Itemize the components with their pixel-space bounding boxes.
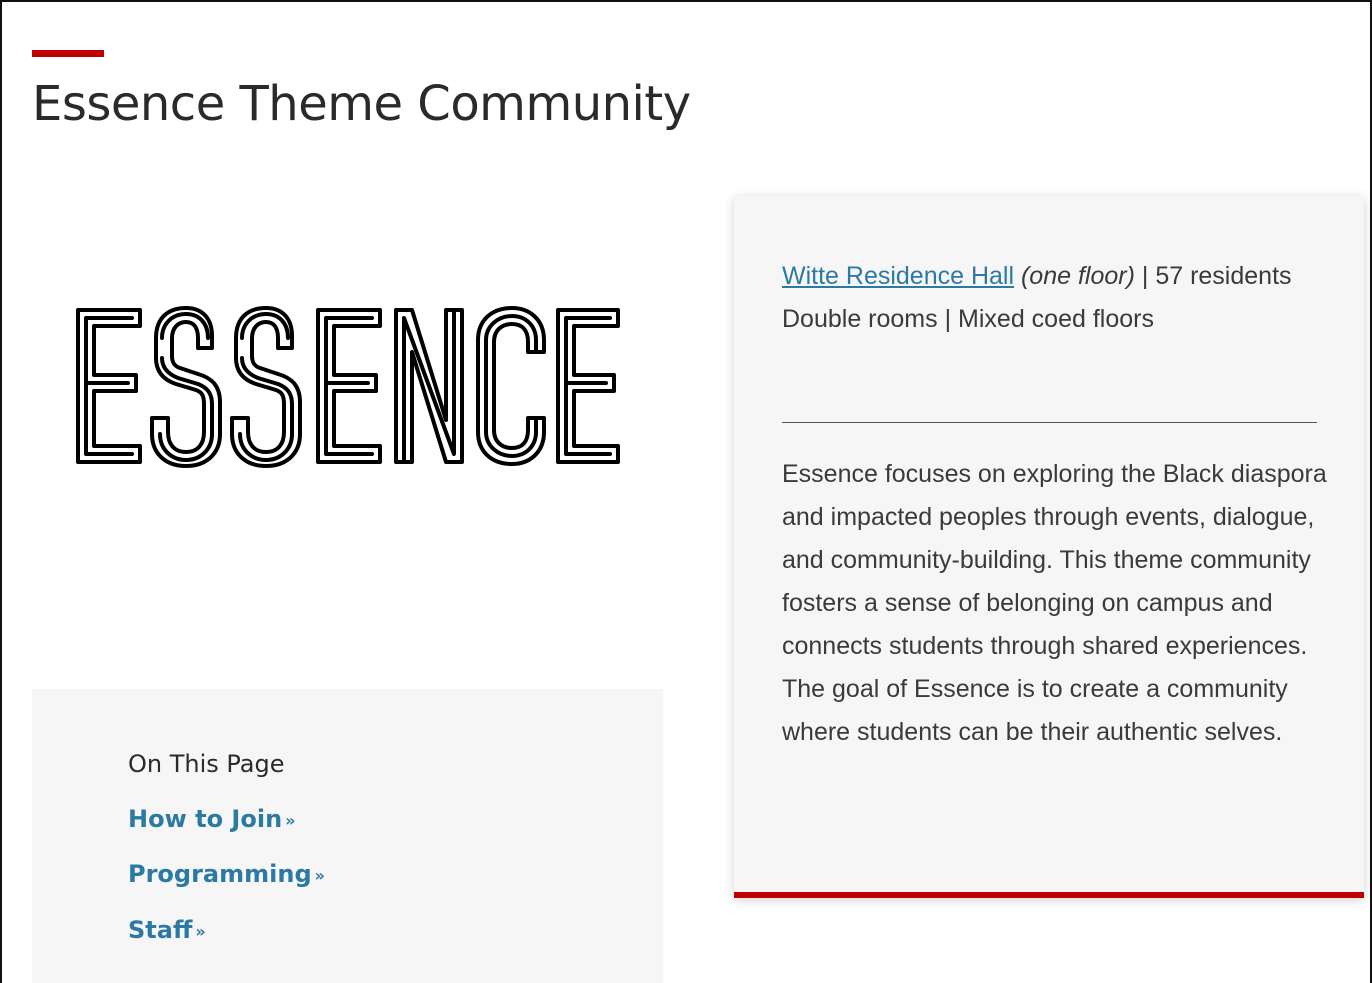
separator: | (937, 305, 959, 333)
logo-letter-e-3 (556, 308, 620, 464)
chevron-right-icon: » (285, 811, 296, 830)
logo-letter-e-2 (316, 308, 382, 464)
logo-letter-e-1 (76, 308, 142, 464)
logo-letter-s-2 (230, 306, 302, 468)
witte-residence-hall-link[interactable]: Witte Residence Hall (782, 262, 1014, 290)
on-this-page-panel: On This Page How to Join» Programming» S… (32, 689, 663, 983)
logo-letter-n (394, 308, 464, 464)
essence-logo: ESSENCE (74, 300, 622, 470)
staff-label: Staff (128, 916, 193, 944)
logo-letter-c (476, 306, 546, 466)
divider (782, 422, 1317, 423)
logo-letter-s-1 (150, 306, 222, 468)
community-description: Essence focuses on exploring the Black d… (782, 460, 1327, 746)
community-info-card: Witte Residence Hall (one floor) | 57 re… (734, 196, 1364, 898)
title-accent-bar (32, 50, 104, 57)
floor-type: Mixed coed floors (958, 305, 1154, 333)
chevron-right-icon: » (195, 922, 206, 941)
staff-link[interactable]: Staff» (128, 916, 206, 944)
hall-note: (one floor) (1020, 262, 1135, 290)
room-type: Double rooms (782, 305, 938, 333)
page-frame: Essence Theme Community ESSENCE (0, 0, 1372, 983)
housing-details: Witte Residence Hall (one floor) | 57 re… (782, 255, 1322, 341)
page-title: Essence Theme Community (32, 76, 691, 132)
programming-label: Programming (128, 860, 312, 888)
chevron-right-icon: » (314, 866, 325, 885)
separator: | (1134, 262, 1156, 290)
how-to-join-link[interactable]: How to Join» (128, 805, 296, 833)
how-to-join-label: How to Join (128, 805, 283, 833)
on-this-page-heading: On This Page (128, 750, 285, 778)
programming-link[interactable]: Programming» (128, 860, 325, 888)
resident-count: 57 residents (1155, 262, 1292, 290)
